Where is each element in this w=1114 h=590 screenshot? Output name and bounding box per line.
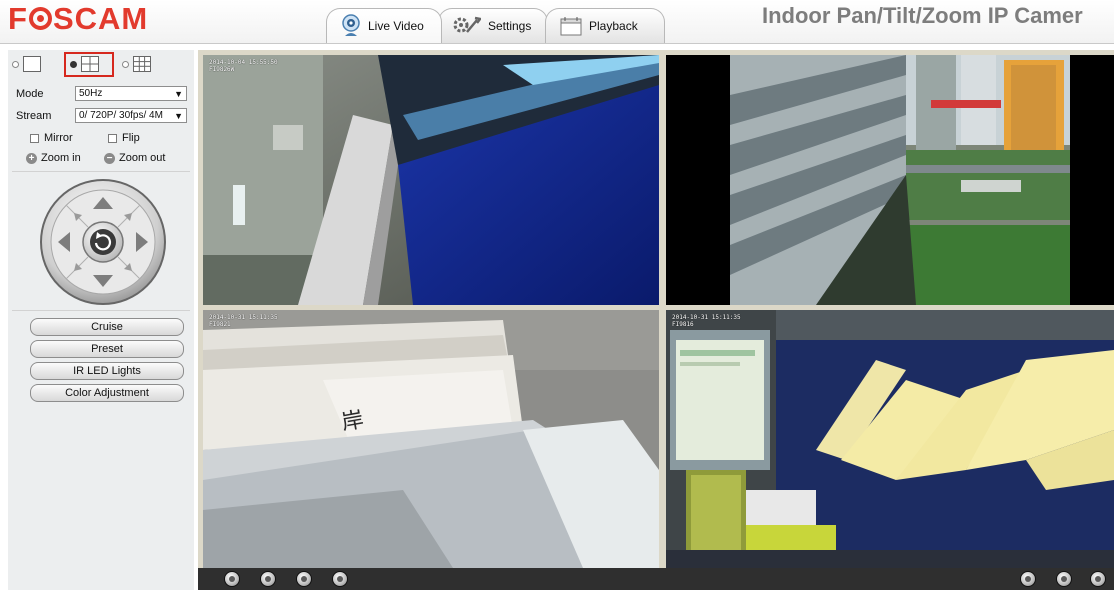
layout-nine-option[interactable]	[122, 56, 151, 72]
mode-value: 50Hz	[79, 88, 103, 99]
feed-osd: 2014-10-04 15:55:50 FI9826W	[209, 59, 278, 73]
flip-checkbox-row[interactable]: Flip	[108, 132, 140, 144]
stream-label: Stream	[16, 109, 52, 122]
single-grid-icon	[23, 56, 41, 72]
stop-icon[interactable]	[260, 571, 276, 587]
osd-camera-name: FI9826W	[209, 66, 235, 73]
osd-camera-name: FI9816	[672, 321, 694, 328]
flip-label: Flip	[122, 132, 140, 144]
radio-icon	[122, 60, 129, 68]
mirror-checkbox-row[interactable]: Mirror	[30, 132, 73, 144]
radio-icon	[12, 60, 19, 68]
panel-divider	[12, 310, 190, 311]
plus-icon: +	[26, 152, 37, 164]
quad-grid-icon	[81, 56, 99, 72]
foscam-logo: F SCAM	[8, 1, 149, 36]
video-feed-4[interactable]: 2014-10-31 15:11:35 FI9816	[666, 310, 1114, 568]
zoom-in-label: Zoom in	[41, 152, 81, 164]
radio-selected-icon	[70, 60, 77, 68]
audio-icon[interactable]	[332, 571, 348, 587]
top-header: F SCAM Live Video Settings Playback Indo…	[0, 0, 1114, 44]
ptz-control-pad[interactable]	[38, 177, 168, 307]
video-feed-3[interactable]: 岸 2014-10-31 15:11:35 FI9821	[203, 310, 659, 568]
zoom-out-label: Zoom out	[119, 152, 166, 164]
calendar-icon	[560, 16, 582, 36]
snapshot-icon[interactable]	[1020, 571, 1036, 587]
tab-label: Live Video	[368, 19, 424, 33]
preset-button[interactable]: Preset	[30, 340, 184, 358]
mode-select[interactable]: 50Hz ▼	[75, 86, 187, 101]
tab-live-video[interactable]: Live Video	[326, 8, 442, 43]
video-feed-2[interactable]	[666, 55, 1114, 305]
layout-single-option[interactable]	[12, 56, 41, 72]
play-icon[interactable]	[224, 571, 240, 587]
feed-osd: 2014-10-31 15:11:35 FI9816	[672, 314, 741, 328]
talk-icon[interactable]	[296, 571, 312, 587]
cruise-button[interactable]: Cruise	[30, 318, 184, 336]
osd-timestamp: 2014-10-31 15:11:35	[209, 314, 278, 321]
mirror-label: Mirror	[44, 132, 73, 144]
ir-led-lights-button[interactable]: IR LED Lights	[30, 362, 184, 380]
tab-label: Playback	[589, 19, 638, 33]
webcam-icon	[341, 14, 361, 38]
nine-grid-icon	[133, 56, 151, 72]
mirror-checkbox[interactable]	[30, 133, 39, 143]
mode-label: Mode	[16, 87, 44, 100]
layout-quad-option[interactable]	[70, 56, 99, 72]
svg-text:岸: 岸	[340, 407, 366, 435]
panel-divider	[12, 171, 190, 172]
video-control-bar	[198, 568, 1114, 590]
video-feed-1[interactable]: 2014-10-04 15:55:50 FI9826W	[203, 55, 659, 305]
stream-row: Stream 0/ 720P/ 30fps/ 4M ▼	[16, 108, 187, 123]
control-panel: Mode 50Hz ▼ Stream 0/ 720P/ 30fps/ 4M ▼ …	[8, 50, 194, 590]
stream-value: 0/ 720P/ 30fps/ 4M	[79, 110, 163, 121]
minus-icon: −	[104, 152, 115, 164]
video-grid: 2014-10-04 15:55:50 FI9826W 岸 2014-10-31…	[198, 50, 1114, 568]
wrench-gear-icon	[453, 16, 481, 36]
chevron-down-icon: ▼	[174, 110, 183, 121]
stream-select[interactable]: 0/ 720P/ 30fps/ 4M ▼	[75, 108, 187, 123]
chevron-down-icon: ▼	[174, 88, 183, 99]
fullscreen-icon[interactable]	[1090, 571, 1106, 587]
tab-settings[interactable]: Settings	[438, 8, 548, 43]
ptz-home-button[interactable]	[82, 221, 124, 263]
osd-timestamp: 2014-10-04 15:55:50	[209, 59, 278, 66]
osd-camera-name: FI9821	[209, 321, 231, 328]
feed-osd: 2014-10-31 15:11:35 FI9821	[209, 314, 278, 328]
product-title: Indoor Pan/Tilt/Zoom IP Camer	[762, 3, 1083, 28]
color-adjustment-button[interactable]: Color Adjustment	[30, 384, 184, 402]
flip-checkbox[interactable]	[108, 133, 117, 143]
tab-label: Settings	[488, 19, 532, 33]
logo-o-mark	[28, 7, 52, 30]
tab-playback[interactable]: Playback	[545, 8, 665, 43]
record-icon[interactable]	[1056, 571, 1072, 587]
zoom-out-button[interactable]: − Zoom out	[104, 152, 165, 164]
mode-row: Mode 50Hz ▼	[16, 86, 187, 101]
osd-timestamp: 2014-10-31 15:11:35	[672, 314, 741, 321]
zoom-in-button[interactable]: + Zoom in	[26, 152, 81, 164]
